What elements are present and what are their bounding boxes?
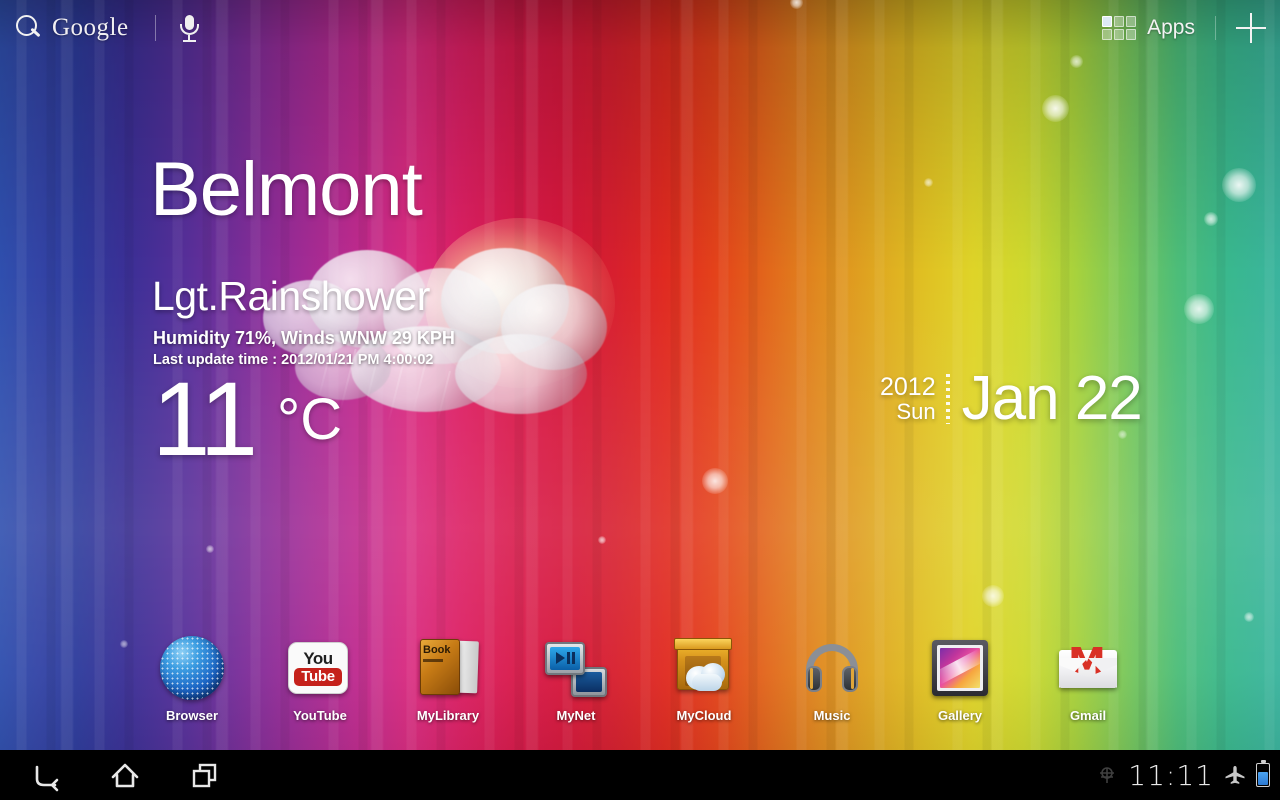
google-search-widget[interactable]: Google (14, 10, 200, 46)
mycloud-box-icon (672, 636, 736, 700)
home-screen: Google Apps Belmont Lgt.Rainshower Humid… (0, 0, 1280, 800)
date-widget[interactable]: 2012 Sun Jan 22 (880, 364, 1143, 433)
search-divider (154, 15, 156, 41)
status-clock: 11:11 (1128, 758, 1214, 792)
weather-details: Humidity 71%, Winds WNW 29 KPH (153, 328, 455, 348)
dock-label: Gmail (1069, 708, 1107, 723)
apps-grid-icon (1102, 16, 1137, 40)
dock-item-music[interactable]: Music (796, 636, 868, 723)
dock-item-browser[interactable]: Browser (156, 636, 228, 723)
dock-label: YouTube (293, 708, 347, 723)
status-area[interactable]: 11:11 (1096, 750, 1270, 800)
browser-globe-icon (160, 636, 224, 700)
app-dock: Browser You Tube YouTube Book MyLibrary (0, 636, 1280, 748)
recent-apps-icon[interactable] (184, 754, 226, 796)
weather-condition: Lgt.Rainshower (152, 273, 430, 319)
dock-label: Gallery (937, 708, 983, 723)
date-year: 2012 (880, 373, 936, 402)
apps-button[interactable]: Apps (1102, 16, 1195, 40)
book-icon: Book (416, 636, 480, 700)
book-title-text: Book (423, 644, 451, 656)
date-secondary: 2012 Sun (880, 375, 936, 423)
airplane-mode-icon (1224, 765, 1246, 785)
weather-widget[interactable]: Belmont Lgt.Rainshower Humidity 71%, Win… (150, 147, 620, 472)
back-arrow-icon[interactable] (24, 754, 66, 796)
google-wordmark: Google (52, 14, 129, 41)
plus-icon[interactable] (1236, 13, 1266, 43)
dock-item-youtube[interactable]: You Tube YouTube (284, 636, 356, 723)
youtube-you-text: You (303, 648, 333, 668)
apps-label: Apps (1147, 16, 1195, 39)
usb-debug-icon (1096, 765, 1118, 785)
dock-item-mycloud[interactable]: MyCloud (668, 636, 740, 723)
home-icon[interactable] (104, 754, 146, 796)
gmail-envelope-icon: M (1056, 636, 1120, 700)
nav-buttons (0, 750, 226, 800)
top-bar-divider (1215, 16, 1216, 40)
headphones-icon (800, 636, 864, 700)
top-bar-actions: Apps (1102, 8, 1266, 48)
date-weekday: Sun (896, 398, 936, 424)
dock-label: MyCloud (676, 708, 732, 723)
date-divider (945, 374, 950, 424)
dock-item-mylibrary[interactable]: Book MyLibrary (412, 636, 484, 723)
system-navigation-bar: 11:11 (0, 750, 1280, 800)
dock-item-gmail[interactable]: M Gmail (1052, 636, 1124, 723)
gallery-photo-icon (928, 636, 992, 700)
dock-item-gallery[interactable]: Gallery (924, 636, 996, 723)
search-icon[interactable] (14, 14, 42, 42)
temperature-unit: °C (277, 387, 343, 452)
date-main: Jan 22 (961, 364, 1143, 433)
weather-temperature: 11 °C (152, 361, 343, 478)
weather-city: Belmont (150, 147, 423, 232)
battery-icon (1256, 760, 1270, 787)
dock-label: MyNet (556, 708, 596, 723)
mynet-screens-icon (544, 636, 608, 700)
microphone-icon[interactable] (178, 13, 200, 43)
dock-label: MyLibrary (416, 708, 480, 723)
top-bar: Google Apps (0, 0, 1280, 56)
dock-label: Browser (165, 708, 219, 723)
dock-item-mynet[interactable]: MyNet (540, 636, 612, 723)
youtube-tube-text: Tube (294, 667, 342, 687)
temperature-value: 11 (152, 361, 258, 478)
youtube-icon: You Tube (288, 636, 352, 700)
dock-label: Music (813, 708, 851, 723)
